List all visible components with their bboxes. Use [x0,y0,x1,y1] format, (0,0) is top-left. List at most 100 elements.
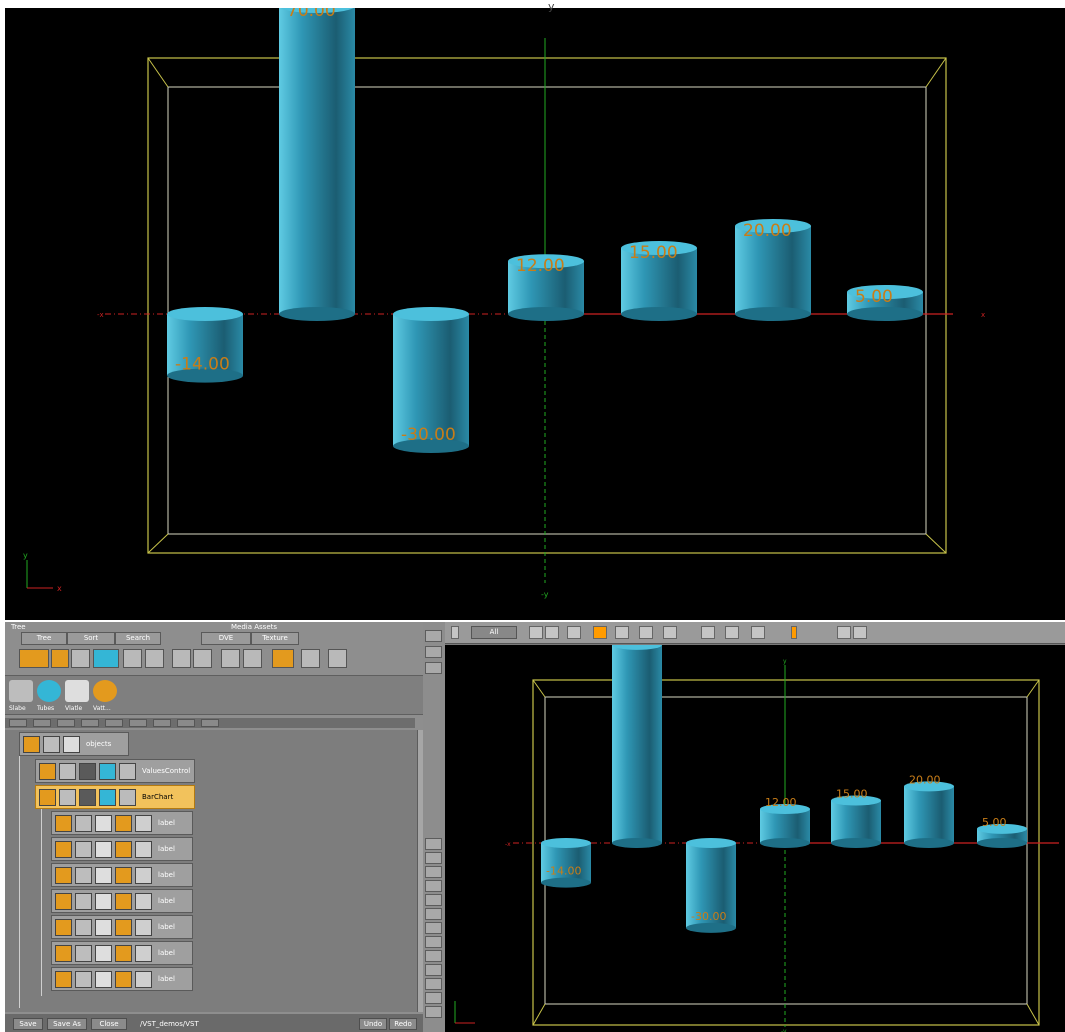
side-button[interactable] [425,662,442,674]
bar-value-label: 5.00 [855,287,893,307]
bar-cylinder-body [279,8,355,314]
tree-node-label: label [158,871,175,879]
tree-node-label[interactable]: label [51,915,193,939]
tree-node-objects[interactable]: objects [19,732,129,756]
expand-tree-icon[interactable] [172,649,191,668]
stop-icon[interactable] [593,626,607,639]
filter-tab[interactable] [177,719,195,727]
zoom-in-icon[interactable] [123,649,142,668]
skip-forward-icon[interactable] [639,626,653,639]
tree-node-label[interactable]: label [51,837,193,861]
step-back-icon[interactable] [545,626,559,639]
filter-tab[interactable] [33,719,51,727]
side-button[interactable] [425,964,442,976]
monitor-icon[interactable] [301,649,320,668]
box-edge [147,533,169,554]
grid-icon[interactable] [221,649,240,668]
filter-tab[interactable] [9,719,27,727]
loop-icon[interactable] [663,626,677,639]
side-button[interactable] [425,950,442,962]
tree-node-label[interactable]: label [51,863,193,887]
side-button[interactable] [425,866,442,878]
sphere-icon [135,867,152,884]
box-edge [147,57,169,88]
play-icon[interactable] [567,626,581,639]
undo-button[interactable]: Undo [359,1018,387,1030]
tree-node-label[interactable]: label [51,811,193,835]
bar-value-label: 15.00 [629,243,678,263]
bar-value-label: -30.00 [401,425,456,445]
film-icon[interactable] [272,649,294,668]
tree-node-barchart[interactable]: BarChart [35,785,195,809]
preview-canvas: y-y-x-14.0070.00-30.0012.0015.0020.005.0… [454,645,1059,1032]
save-button[interactable]: Save [13,1018,43,1030]
vlatle-asset-icon[interactable] [65,680,89,702]
tree-node-label: ValuesControl [142,767,191,775]
side-button[interactable] [425,630,442,642]
filter-tab[interactable] [105,719,123,727]
save-as-button[interactable]: Save As [47,1018,87,1030]
script-icon [75,841,92,858]
tab-texture[interactable]: Texture [251,632,299,645]
side-button[interactable] [425,992,442,1004]
camera-icon[interactable] [701,626,715,639]
main-3d-viewport[interactable]: -xx-yzyx-14.0070.00-30.0012.0015.0020.00… [5,8,1065,620]
tree-node-valuescontrol[interactable]: ValuesControl [35,759,195,783]
view-menu-icon[interactable] [725,626,739,639]
side-button[interactable] [425,908,442,920]
script-icon [75,867,92,884]
close-button[interactable]: Close [91,1018,127,1030]
import-icon[interactable] [93,649,119,668]
bulb-icon [115,919,132,936]
side-button[interactable] [425,646,442,658]
tube-icon [99,789,116,806]
list-icon[interactable] [243,649,262,668]
preview-axis-label-neg-y: -y [781,1028,787,1032]
side-button[interactable] [425,1006,442,1018]
tree-node-label[interactable]: label [51,889,193,913]
side-button[interactable] [425,978,442,990]
container-add-icon[interactable] [19,649,49,668]
render-icon[interactable] [751,626,765,639]
side-button[interactable] [425,880,442,892]
filter-tab[interactable] [57,719,75,727]
filter-tab[interactable] [153,719,171,727]
step-forward-icon[interactable] [615,626,629,639]
sphere-icon [135,815,152,832]
preview-viewport[interactable]: y-y-x-14.0070.00-30.0012.0015.0020.005.0… [445,645,1065,1032]
tree-node-label[interactable]: label [51,941,193,965]
bar-cylinder-base [847,307,923,321]
side-button[interactable] [425,838,442,850]
tab-tree[interactable]: Tree [21,632,67,645]
marker-icon[interactable] [791,626,797,639]
text-icon [95,841,112,858]
bar-cylinder-cap [393,307,469,321]
side-button[interactable] [425,852,442,864]
tab-dve[interactable]: DVE [201,632,251,645]
bar-cylinder-base [977,838,1027,848]
zoom-out-icon[interactable] [145,649,164,668]
all-button[interactable]: All [471,626,517,639]
side-button[interactable] [425,894,442,906]
settings-icon[interactable] [837,626,851,639]
filter-tab-strip [5,718,415,728]
geometry-add-icon[interactable] [51,649,69,668]
filter-tab[interactable] [81,719,99,727]
tab-sort[interactable]: Sort [67,632,115,645]
viewport-toolbar: All [445,622,1065,644]
redo-button[interactable]: Redo [389,1018,417,1030]
side-button[interactable] [425,936,442,948]
tab-search[interactable]: Search [115,632,161,645]
tree-node-label[interactable]: label [51,967,193,991]
skip-back-icon[interactable] [529,626,543,639]
side-button[interactable] [425,922,442,934]
collapse-tree-icon[interactable] [193,649,212,668]
refresh-icon[interactable] [328,649,347,668]
merge-icon[interactable] [71,649,90,668]
vatt-asset-icon[interactable] [93,680,117,702]
tube-asset-icon[interactable] [37,680,61,702]
filter-tab[interactable] [129,719,147,727]
layout-icon[interactable] [853,626,867,639]
slab-asset-icon[interactable] [9,680,33,702]
filter-tab[interactable] [201,719,219,727]
